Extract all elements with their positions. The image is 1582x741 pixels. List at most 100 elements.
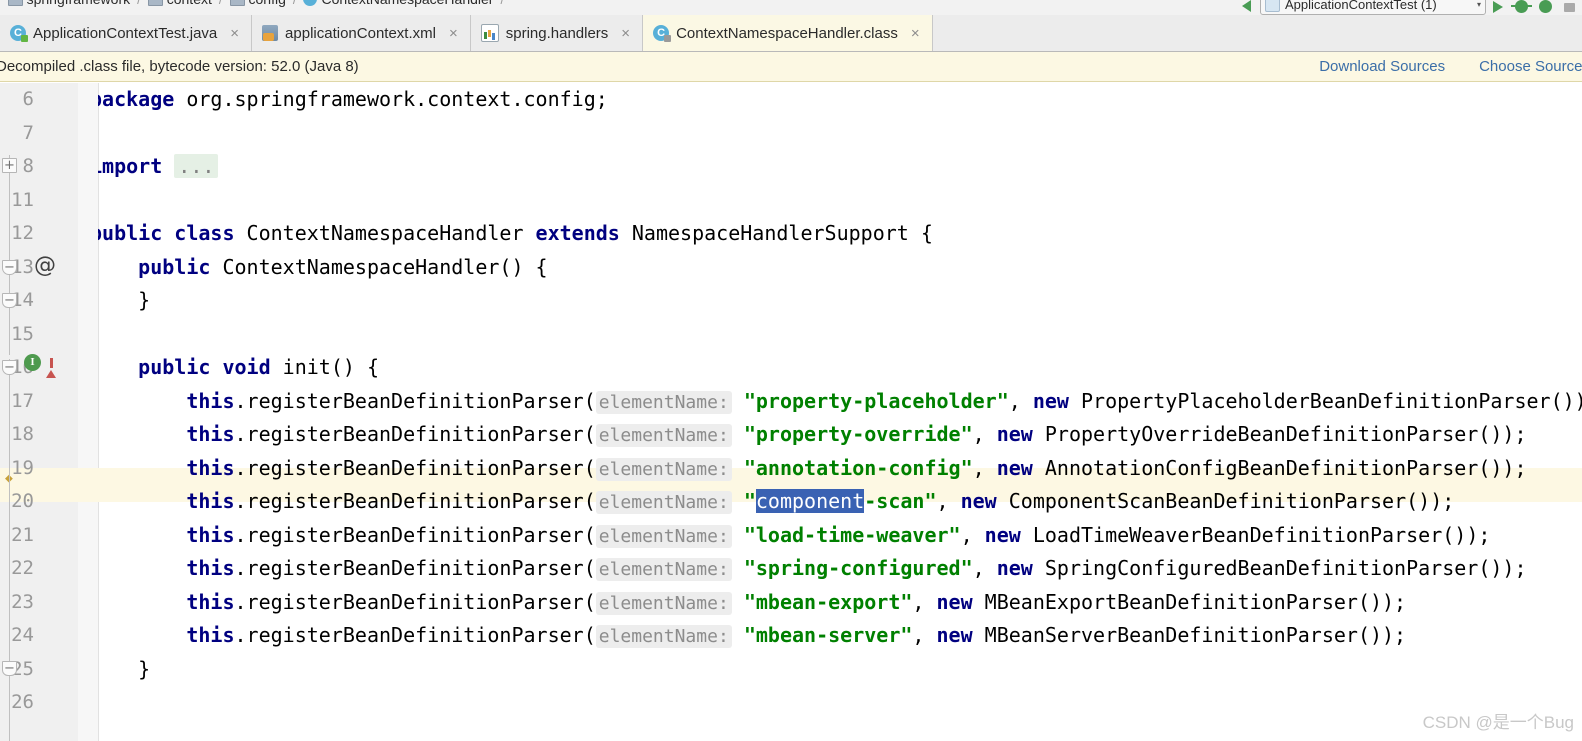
breadcrumb-separator: / [495, 0, 509, 7]
code-line-20: this.registerBeanDefinitionParser(elemen… [186, 489, 1455, 514]
fold-collapse-icon[interactable]: − [2, 260, 17, 275]
override-arrow-icon[interactable] [46, 351, 56, 378]
stop-icon[interactable] [1558, 0, 1582, 15]
fold-guide-line [9, 155, 10, 355]
parameter-hint: elementName: [595, 558, 732, 581]
breadcrumb-item-context[interactable]: context [146, 0, 214, 7]
code-line-16: public void init() { [138, 355, 379, 379]
tab-applicationcontexttest-java[interactable]: ApplicationContextTest.java × [0, 15, 253, 51]
run-config-icon [1265, 0, 1280, 12]
debug-icon[interactable] [1510, 0, 1534, 15]
breadcrumb-item-contextnamespacehandler[interactable]: ContextNamespaceHandler [301, 0, 495, 7]
tab-label: ContextNamespaceHandler.class [676, 24, 898, 42]
fold-end-icon[interactable]: − [2, 661, 17, 676]
parameter-hint: elementName: [595, 591, 732, 615]
annotation-marker[interactable]: @ [34, 253, 56, 278]
tab-contextnamespacehandler-class[interactable]: ContextNamespaceHandler.class × [643, 15, 933, 51]
selected-text: component [755, 489, 865, 513]
fold-end-icon[interactable]: − [2, 293, 17, 308]
intellij-editor-window: / springframework / context / config / C… [0, 0, 1582, 741]
code-line-12: public class ContextNamespaceHandler ext… [98, 221, 933, 245]
tab-label: ApplicationContextTest.java [33, 24, 218, 42]
notification-message: Decompiled .class file, bytecode version… [0, 58, 359, 75]
class-icon [303, 0, 318, 6]
code-content[interactable]: package org.springframework.context.conf… [98, 83, 1582, 741]
close-icon[interactable]: × [230, 26, 239, 41]
fold-guide-line [9, 359, 10, 741]
parameter-hint: elementName: [595, 424, 732, 447]
code-line-23: this.registerBeanDefinitionParser(elemen… [186, 589, 1407, 615]
breadcrumb-label: context [167, 0, 212, 7]
code-line-25: } [138, 656, 151, 681]
fold-expand-icon[interactable]: + [2, 158, 17, 173]
code-editor[interactable]: 6 7 8 11 12 13 14 15 16 17 18 19 20 21 2… [0, 83, 1582, 741]
code-line-17: this.registerBeanDefinitionParser(elemen… [186, 388, 1582, 414]
tab-label: spring.handlers [505, 24, 609, 42]
breadcrumb-item-config[interactable]: config [228, 0, 288, 7]
watermark: CSDN @是一个Bug [1422, 713, 1574, 732]
code-line-21: this.registerBeanDefinitionParser(elemen… [186, 522, 1491, 548]
code-line-22: this.registerBeanDefinitionParser(elemen… [186, 556, 1527, 581]
java-class-icon [10, 25, 28, 42]
line-number: 22 [11, 557, 34, 579]
notification-actions: Download Sources Choose Sources [1319, 58, 1582, 75]
code-line-13: public ContextNamespaceHandler() { [138, 254, 548, 279]
folder-icon [7, 0, 23, 6]
code-line-14: } [138, 288, 151, 312]
breadcrumb-label: springframework [27, 0, 130, 7]
back-arrow-icon[interactable] [1236, 0, 1260, 15]
breadcrumb: / springframework / context / config / C… [0, 0, 509, 7]
line-number: 21 [11, 523, 34, 546]
fold-collapse-icon[interactable]: − [2, 360, 17, 375]
code-line-19: this.registerBeanDefinitionParser(elemen… [186, 455, 1527, 481]
line-number: 23 [11, 590, 34, 613]
line-number: 7 [22, 121, 34, 144]
line-number: 26 [11, 691, 34, 713]
parameter-hint: elementName: [595, 625, 732, 648]
breadcrumb-separator: / [288, 0, 302, 7]
parameter-hint: elementName: [595, 491, 732, 514]
coverage-icon[interactable] [1534, 0, 1558, 15]
tab-applicationcontext-xml[interactable]: applicationContext.xml × [252, 15, 471, 51]
code-line-18: this.registerBeanDefinitionParser(elemen… [186, 422, 1527, 447]
parameter-hint: elementName: [595, 524, 732, 548]
decompiled-notification-bar: Decompiled .class file, bytecode version… [0, 52, 1582, 82]
tab-label: applicationContext.xml [285, 24, 436, 42]
line-number: 20 [11, 490, 34, 512]
close-icon[interactable]: × [449, 26, 458, 41]
line-number: 24 [11, 624, 34, 646]
run-toolbar: ApplicationContextTest (1) ▾ [1236, 0, 1582, 15]
run-icon[interactable] [1486, 0, 1510, 15]
spring-xml-icon [262, 25, 279, 41]
code-line-8: import ... [98, 150, 219, 184]
breadcrumb-label: ContextNamespaceHandler [321, 0, 493, 7]
line-number: 12 [11, 222, 34, 244]
breadcrumb-item-springframework[interactable]: springframework [6, 0, 132, 7]
line-number: 17 [11, 389, 34, 412]
choose-sources-link[interactable]: Choose Sources [1479, 58, 1582, 75]
download-sources-link[interactable]: Download Sources [1319, 58, 1445, 75]
code-folding-rail[interactable] [78, 83, 99, 741]
run-configuration-selector[interactable]: ApplicationContextTest (1) ▾ [1260, 0, 1486, 15]
tab-spring-handlers[interactable]: spring.handlers × [470, 15, 644, 51]
breadcrumb-separator: / [214, 0, 228, 7]
chevron-down-icon: ▾ [1476, 0, 1481, 9]
line-number: 15 [11, 322, 34, 345]
implemented-method-marker[interactable]: I [24, 354, 41, 371]
close-icon[interactable]: × [911, 26, 920, 41]
close-icon[interactable]: × [621, 26, 630, 41]
folder-icon [229, 0, 245, 6]
folded-imports[interactable]: ... [174, 154, 219, 178]
folder-icon [147, 0, 163, 6]
run-config-label: ApplicationContextTest (1) [1285, 0, 1437, 12]
properties-file-icon [480, 24, 499, 42]
compiled-class-icon [653, 25, 672, 42]
code-line-24: this.registerBeanDefinitionParser(elemen… [186, 623, 1407, 648]
breadcrumb-label: config [249, 0, 286, 7]
parameter-hint: elementName: [595, 457, 732, 481]
line-number: 18 [11, 423, 34, 445]
parameter-hint: elementName: [595, 390, 732, 414]
line-number: 6 [22, 88, 34, 110]
breadcrumb-separator: / [132, 0, 146, 7]
editor-tab-bar: ApplicationContextTest.java × applicatio… [0, 15, 1582, 52]
